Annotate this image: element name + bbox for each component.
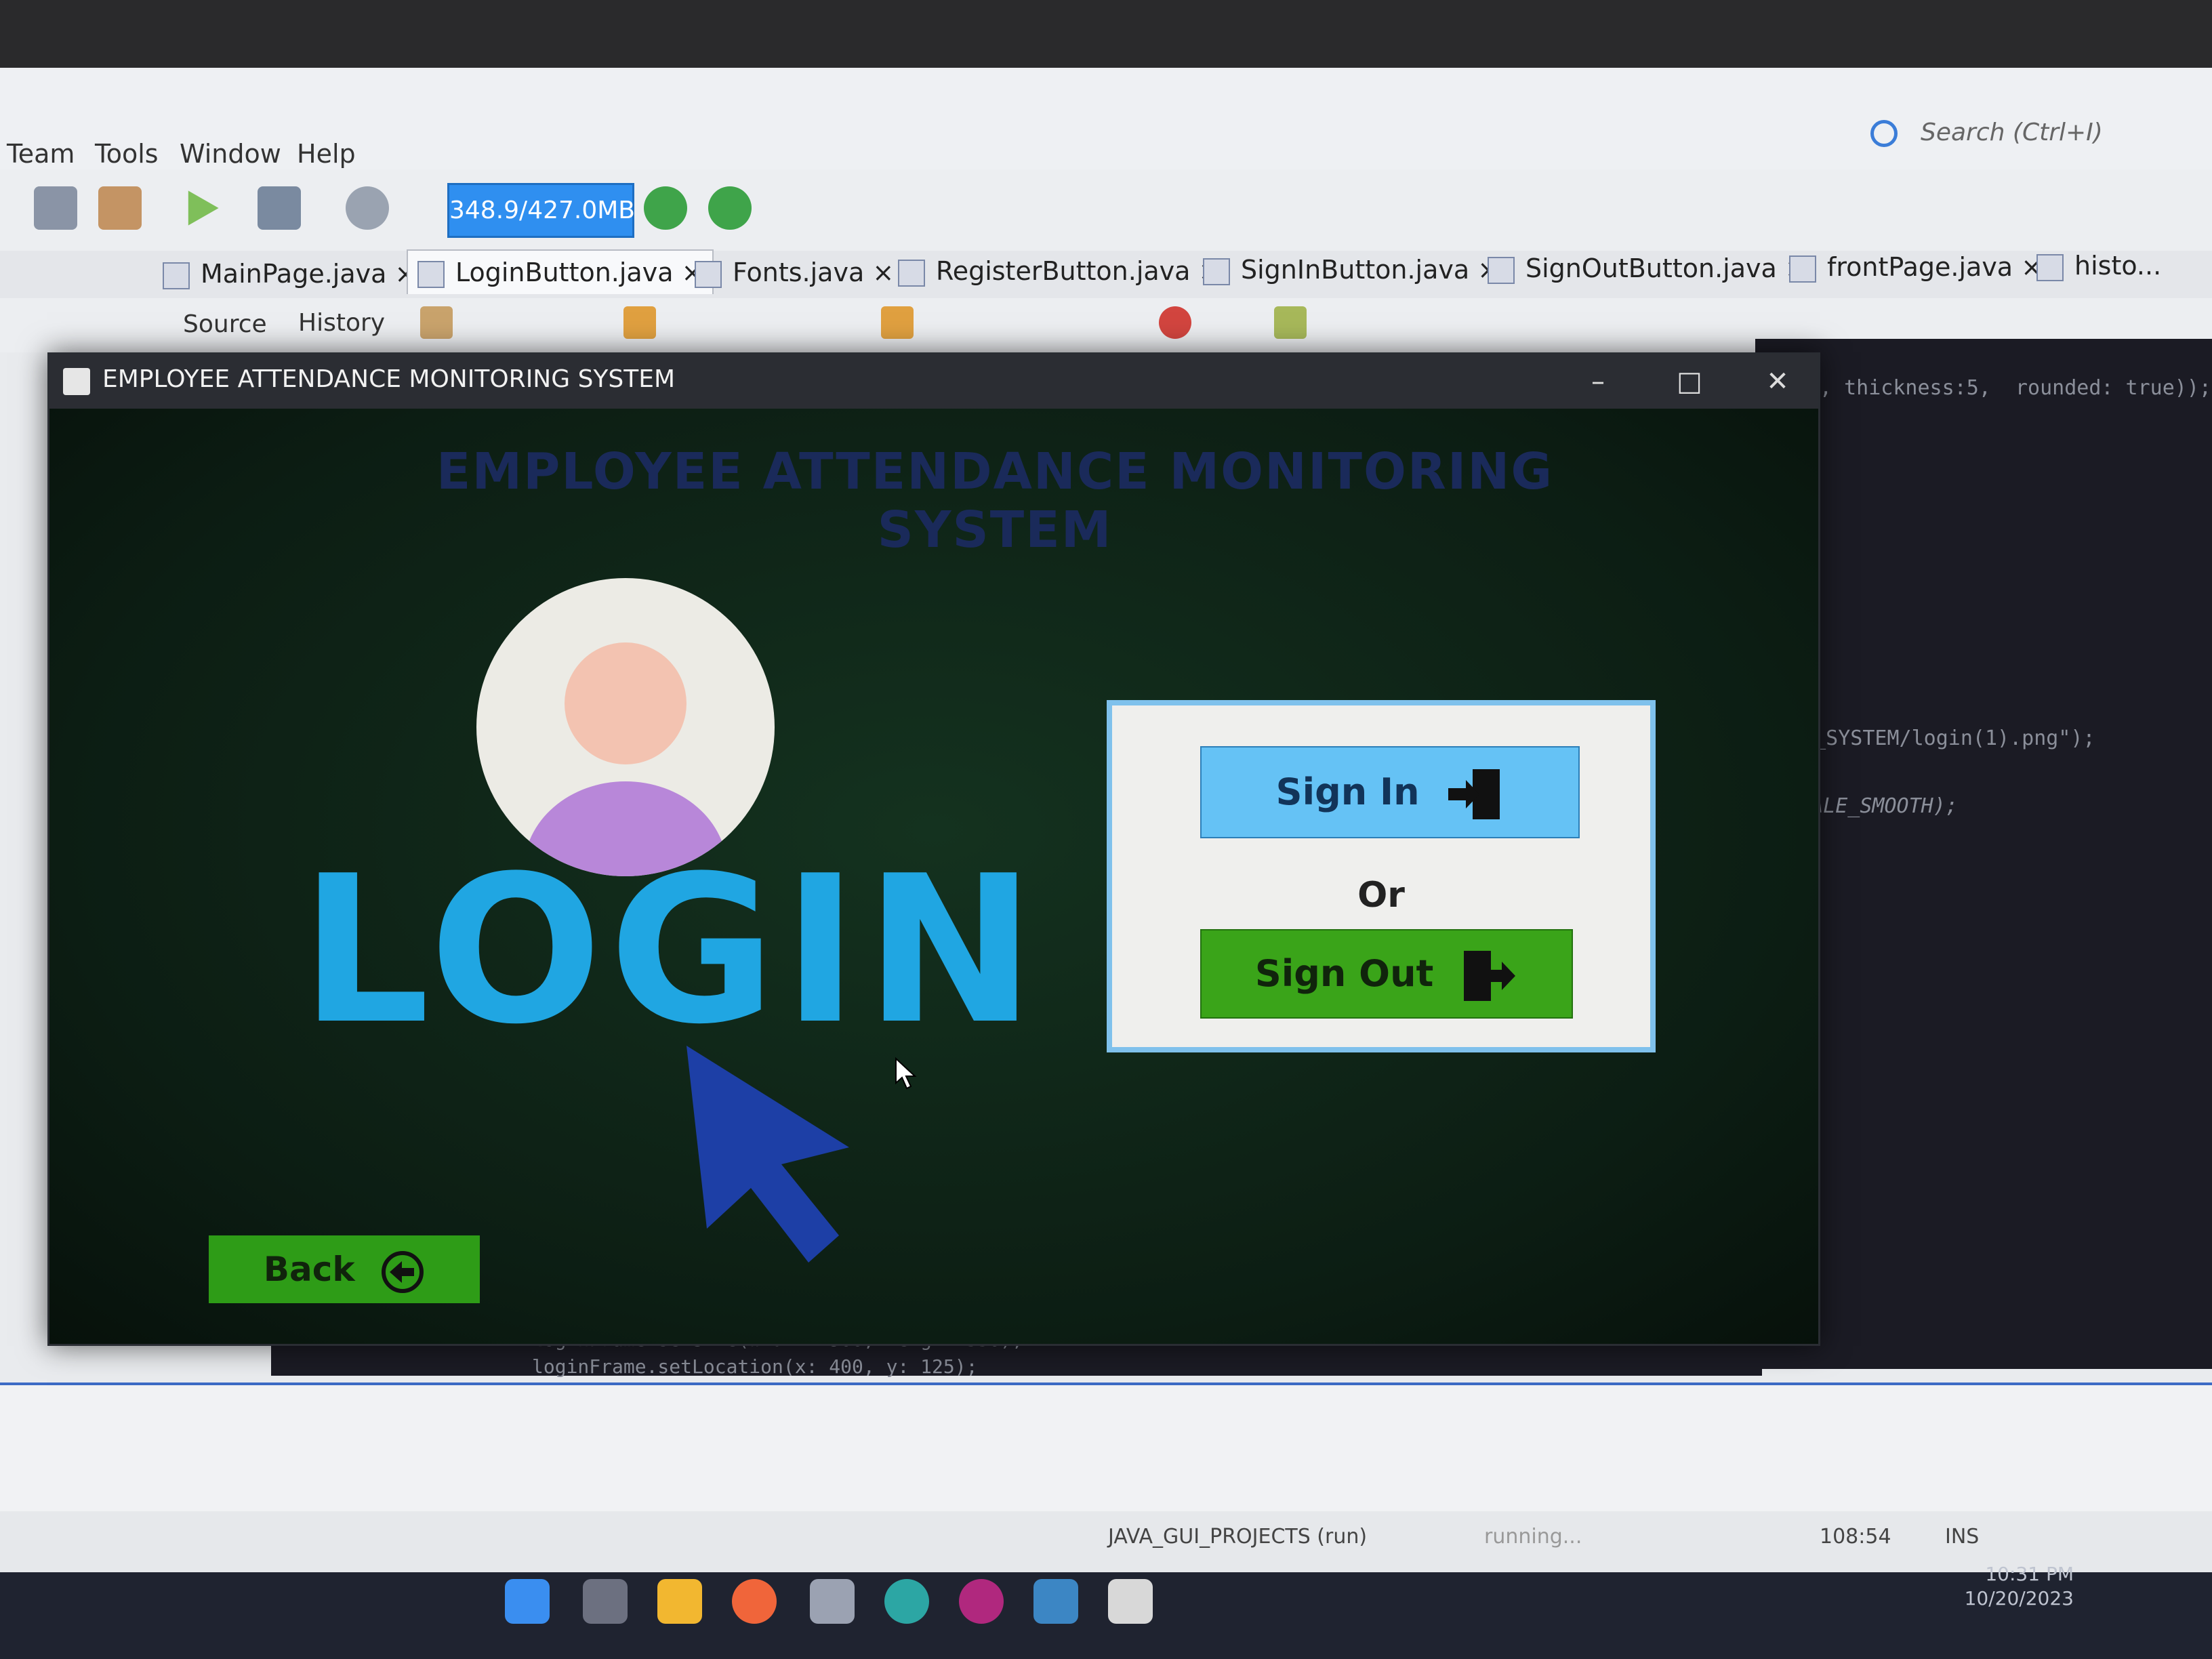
status-project[interactable]: JAVA_GUI_PROJECTS (run)	[1108, 1525, 1367, 1549]
tab-frontpage[interactable]: frontPage.java ×	[1789, 245, 2043, 289]
find-icon[interactable]	[623, 306, 656, 339]
memory-indicator[interactable]: 348.9/427.0MB	[447, 183, 635, 238]
sign-in-label: Sign In	[1275, 771, 1420, 813]
taskbar	[0, 1572, 2212, 1659]
java-icon	[63, 368, 90, 395]
java-file-icon	[2036, 253, 2064, 281]
search-placeholder: Search (Ctrl+I)	[1921, 119, 2103, 146]
last-edit-icon[interactable]	[420, 306, 453, 339]
menu-team[interactable]: Team	[7, 139, 75, 169]
tab-loginbutton[interactable]: LoginButton.java ×	[407, 249, 714, 294]
sign-out-button[interactable]: Sign Out	[1200, 929, 1573, 1019]
output-panel	[0, 1382, 2212, 1528]
code-line-thickness: , thickness:5, rounded: true));	[1820, 376, 2211, 400]
sign-in-icon	[1448, 769, 1500, 820]
task-view-icon[interactable]	[583, 1579, 628, 1624]
java-file-icon	[417, 260, 445, 288]
shift-up-icon[interactable]	[881, 306, 914, 339]
avatar-head	[565, 642, 687, 764]
edge-icon[interactable]	[884, 1579, 929, 1624]
file-explorer-icon[interactable]	[657, 1579, 702, 1624]
status-mode: INS	[1945, 1525, 1980, 1549]
window-title: EMPLOYEE ATTENDANCE MONITORING SYSTEM	[102, 365, 676, 393]
tab-history[interactable]: histo...	[2036, 244, 2161, 287]
clean-build-icon[interactable]	[98, 186, 142, 230]
tab-history-view[interactable]: History	[298, 309, 385, 337]
ide-search-field[interactable]: Search (Ctrl+I)	[1870, 119, 2155, 162]
sign-out-label: Sign Out	[1254, 952, 1434, 995]
app-titlebar[interactable]: EMPLOYEE ATTENDANCE MONITORING SYSTEM – …	[49, 354, 1818, 409]
tab-fonts[interactable]: Fonts.java ×	[695, 251, 894, 294]
app-content: EMPLOYEE ATTENDANCE MONITORING SYSTEM LO…	[49, 409, 1818, 1344]
tab-signinbutton[interactable]: SignInButton.java ×	[1203, 248, 1499, 291]
java-file-icon	[1789, 255, 1816, 283]
tab-source[interactable]: Source	[183, 310, 267, 338]
netbeans-icon[interactable]	[1033, 1579, 1078, 1624]
firefox-icon[interactable]	[732, 1579, 777, 1624]
menu-help[interactable]: Help	[297, 139, 356, 169]
code-editor-right	[1755, 339, 2212, 1369]
close-icon[interactable]: ×	[872, 258, 894, 287]
comment-icon[interactable]	[1274, 306, 1307, 339]
windows-start-icon[interactable]	[505, 1579, 550, 1624]
maximize-button[interactable]: □	[1659, 363, 1720, 401]
java-app-icon[interactable]	[1108, 1579, 1153, 1624]
status-position: 108:54	[1820, 1525, 1891, 1549]
ide-toolbar	[0, 169, 2212, 252]
calendar-icon[interactable]	[810, 1579, 855, 1624]
cursor-graphic-icon	[687, 1046, 849, 1263]
clock-time: 10:31 PM	[1985, 1563, 2074, 1585]
java-file-icon	[1203, 258, 1230, 285]
build-icon[interactable]	[34, 186, 77, 230]
menu-tools[interactable]: Tools	[95, 139, 159, 169]
java-file-icon	[163, 262, 190, 289]
java-file-icon	[695, 260, 722, 288]
system-clock[interactable]: 10:31 PM 10/20/2023	[1952, 1562, 2074, 1611]
search-icon	[1870, 120, 1898, 147]
profile-icon[interactable]	[346, 186, 389, 230]
clock-date: 10/20/2023	[1964, 1587, 2074, 1610]
back-button[interactable]: Back	[209, 1235, 480, 1303]
record-macro-icon[interactable]	[1159, 306, 1191, 339]
code-line-login-png: NG_SYSTEM/login(1).png");	[1789, 726, 2095, 750]
gc-icon[interactable]	[644, 186, 687, 230]
close-button[interactable]: ✕	[1747, 363, 1808, 401]
tab-mainpage[interactable]: MainPage.java ×	[163, 252, 416, 295]
app-icon[interactable]	[959, 1579, 1004, 1624]
code-line-setlocation: loginFrame.setLocation(x: 400, y: 125);	[532, 1355, 978, 1378]
status-running: running...	[1484, 1525, 1582, 1549]
menu-window[interactable]: Window	[180, 139, 281, 169]
login-panel: Sign In Or Sign Out	[1107, 700, 1656, 1052]
login-graphic-text: LOGIN	[300, 832, 1042, 1069]
java-file-icon	[1488, 256, 1515, 284]
java-file-icon	[898, 259, 925, 287]
sign-in-button[interactable]: Sign In	[1200, 746, 1580, 838]
page-heading: EMPLOYEE ATTENDANCE MONITORING SYSTEM	[436, 443, 1554, 559]
back-label: Back	[263, 1250, 355, 1289]
user-avatar-icon	[476, 578, 775, 876]
debug-icon[interactable]	[258, 186, 301, 230]
tab-signoutbutton[interactable]: SignOutButton.java ×	[1488, 247, 1807, 290]
or-label: Or	[1357, 875, 1405, 916]
mouse-pointer-icon	[895, 1057, 917, 1090]
profiler-icon[interactable]	[708, 186, 752, 230]
app-window: EMPLOYEE ATTENDANCE MONITORING SYSTEM – …	[47, 352, 1820, 1346]
back-arrow-icon	[382, 1250, 424, 1293]
tab-registerbutton[interactable]: RegisterButton.java ×	[898, 249, 1220, 293]
sign-out-icon	[1464, 951, 1516, 1002]
minimize-button[interactable]: –	[1568, 363, 1629, 401]
